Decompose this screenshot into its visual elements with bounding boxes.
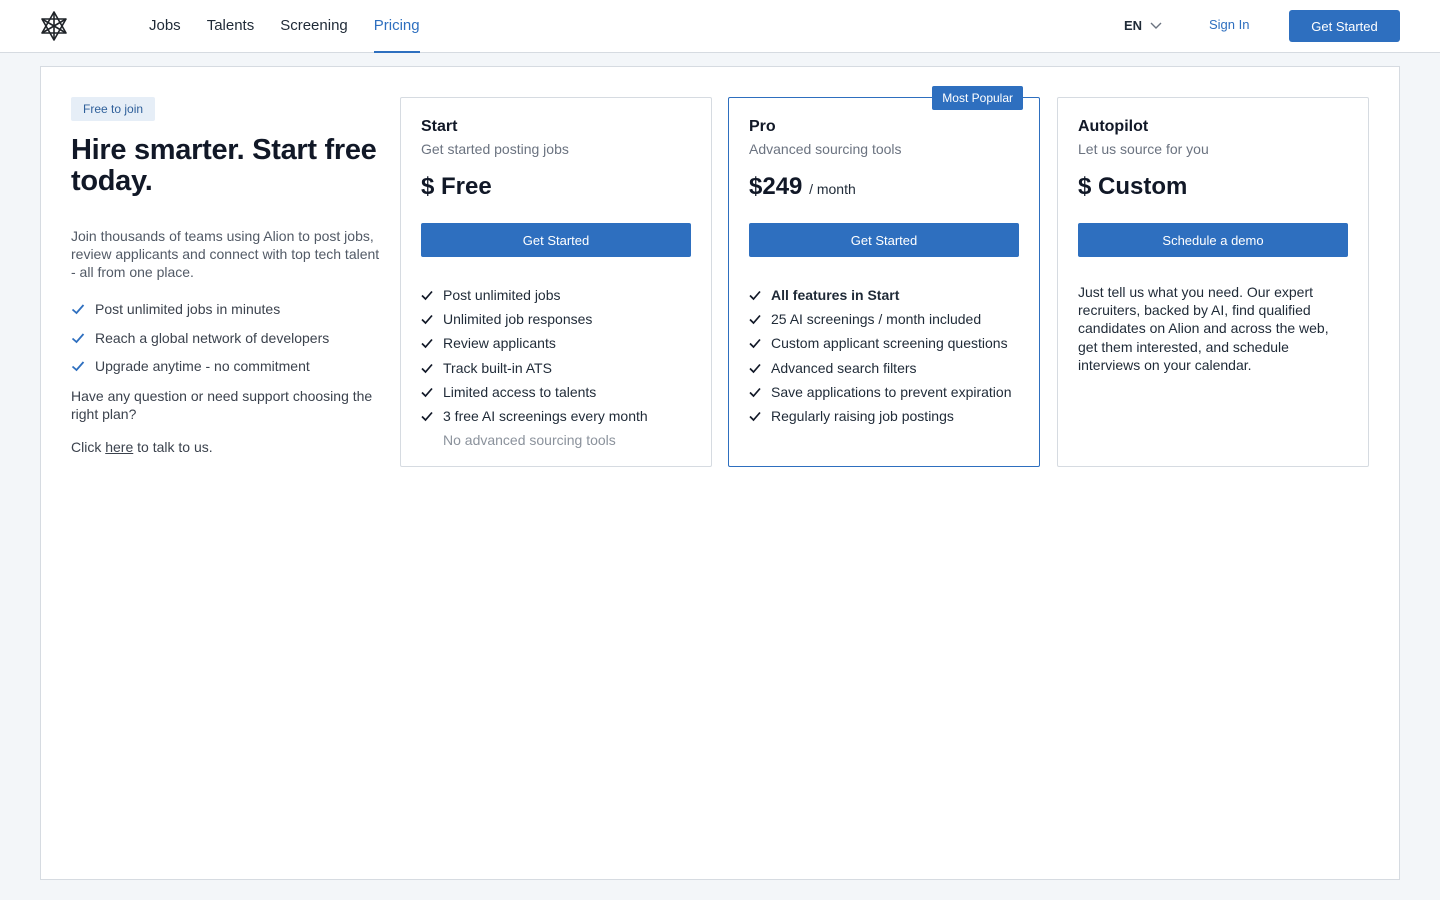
feature-text: Limited access to talents — [443, 383, 597, 400]
feature-text: Advanced search filters — [771, 359, 917, 376]
nav-jobs[interactable]: Jobs — [136, 0, 194, 52]
page-title: Hire smarter. Start free today. — [71, 134, 377, 197]
feature-item: All features in Start — [749, 283, 1019, 307]
plan-price: $ Custom — [1078, 173, 1188, 200]
check-icon — [421, 339, 433, 349]
plan-subtitle: Advanced sourcing tools — [749, 141, 902, 157]
nav-talents[interactable]: Talents — [194, 0, 268, 52]
feature-item: Review applicants — [421, 331, 691, 355]
check-icon — [749, 387, 761, 398]
pricing-panel: Free to join Hire smarter. Start free to… — [40, 66, 1400, 880]
nav-pricing[interactable]: Pricing — [361, 0, 433, 53]
feature-text: Unlimited job responses — [443, 311, 593, 328]
intro-lead: Join thousands of teams using Alion to p… — [71, 228, 380, 280]
sign-in-link[interactable]: Sign In — [1209, 17, 1249, 32]
check-icon — [71, 304, 85, 315]
feature-item: Regularly raising job postings — [749, 404, 1019, 428]
check-icon — [749, 291, 761, 301]
feature-item: Limited access to talents — [421, 380, 691, 404]
benefit-item: Upgrade anytime - no commitment — [71, 352, 385, 381]
contact-prefix: Click — [71, 438, 102, 455]
feature-text: 25 AI screenings / month included — [771, 311, 982, 328]
chevron-down-icon — [1150, 22, 1162, 29]
support-question: Have any question or need support choosi… — [71, 387, 373, 422]
plan-subtitle: Get started posting jobs — [421, 141, 569, 157]
feature-item: Post unlimited jobs — [421, 283, 691, 307]
pro-get-started-button[interactable]: Get Started — [749, 223, 1019, 257]
plan-subtitle: Let us source for you — [1078, 141, 1209, 157]
top-header: Jobs Talents Screening Pricing EN Sign I… — [0, 0, 1440, 53]
feature-item: 3 free AI screenings every month — [421, 404, 691, 428]
plan-price: $ Free — [421, 173, 492, 200]
feature-text: Save applications to prevent expiration — [771, 383, 1012, 400]
feature-text: Custom applicant screening questions — [771, 335, 1008, 352]
check-icon — [71, 361, 85, 372]
check-icon — [421, 411, 433, 422]
alion-star-logo-icon[interactable] — [38, 10, 70, 42]
contact-line: Click here to talk to us. — [71, 439, 385, 455]
check-icon — [421, 387, 433, 398]
check-icon — [421, 363, 433, 373]
feature-text: All features in Start — [771, 287, 900, 304]
plan-description: Just tell us what you need. Our expert r… — [1078, 284, 1329, 373]
feature-text: Post unlimited jobs — [443, 287, 561, 304]
feature-text: 3 free AI screenings every month — [443, 408, 648, 425]
header-get-started-button[interactable]: Get Started — [1289, 10, 1400, 42]
benefit-list: Post unlimited jobs in minutes Reach a g… — [71, 295, 385, 381]
plan-price: $249 / month — [749, 173, 1019, 203]
feature-text: Review applicants — [443, 335, 556, 352]
plan-price-period: / month — [809, 181, 856, 197]
main-nav: Jobs Talents Screening Pricing — [136, 0, 433, 53]
check-icon — [749, 315, 761, 325]
plan-card-start: Start Get started posting jobs $ Free Ge… — [400, 97, 712, 467]
feature-item: Advanced search filters — [749, 356, 1019, 380]
benefit-text: Upgrade anytime - no commitment — [95, 358, 310, 375]
nav-screening[interactable]: Screening — [267, 0, 361, 52]
plan-card-pro: Most Popular Pro Advanced sourcing tools… — [728, 86, 1040, 467]
plan-price-amount: $249 — [749, 173, 803, 200]
benefit-item: Post unlimited jobs in minutes — [71, 295, 385, 324]
check-icon — [421, 291, 433, 301]
benefit-text: Post unlimited jobs in minutes — [95, 301, 281, 318]
start-get-started-button[interactable]: Get Started — [421, 223, 691, 257]
feature-item: Save applications to prevent expiration — [749, 380, 1019, 404]
feature-item: Custom applicant screening questions — [749, 331, 1019, 355]
schedule-demo-button[interactable]: Schedule a demo — [1078, 223, 1348, 257]
check-icon — [421, 315, 433, 325]
check-icon — [71, 333, 85, 344]
language-selector[interactable]: EN — [1124, 18, 1162, 33]
contact-suffix: to talk to us. — [137, 438, 213, 455]
plan-feature-list: All features in Start 25 AI screenings /… — [749, 283, 1019, 428]
feature-text: Track built-in ATS — [443, 359, 552, 376]
plan-feature-list: Post unlimited jobs Unlimited job respon… — [421, 283, 691, 452]
check-icon — [749, 363, 761, 373]
contact-here-link[interactable]: here — [105, 439, 133, 455]
benefit-text: Reach a global network of developers — [95, 329, 330, 346]
excluded-feature-item: No advanced sourcing tools — [443, 432, 616, 449]
feature-item: 25 AI screenings / month included — [749, 307, 1019, 331]
language-label: EN — [1124, 18, 1143, 33]
plan-name: Start — [421, 118, 458, 135]
plan-card-autopilot: Autopilot Let us source for you $ Custom… — [1057, 97, 1369, 467]
check-icon — [749, 339, 761, 349]
check-icon — [749, 411, 761, 422]
plan-name: Autopilot — [1078, 118, 1149, 135]
feature-text: Regularly raising job postings — [771, 408, 954, 425]
benefit-item: Reach a global network of developers — [71, 324, 385, 353]
plan-name: Pro — [749, 118, 776, 135]
feature-item: Unlimited job responses — [421, 307, 691, 331]
most-popular-badge: Most Popular — [932, 86, 1023, 110]
intro-section: Free to join Hire smarter. Start free to… — [71, 97, 385, 455]
free-badge: Free to join — [71, 97, 156, 121]
feature-item: Track built-in ATS — [421, 356, 691, 380]
